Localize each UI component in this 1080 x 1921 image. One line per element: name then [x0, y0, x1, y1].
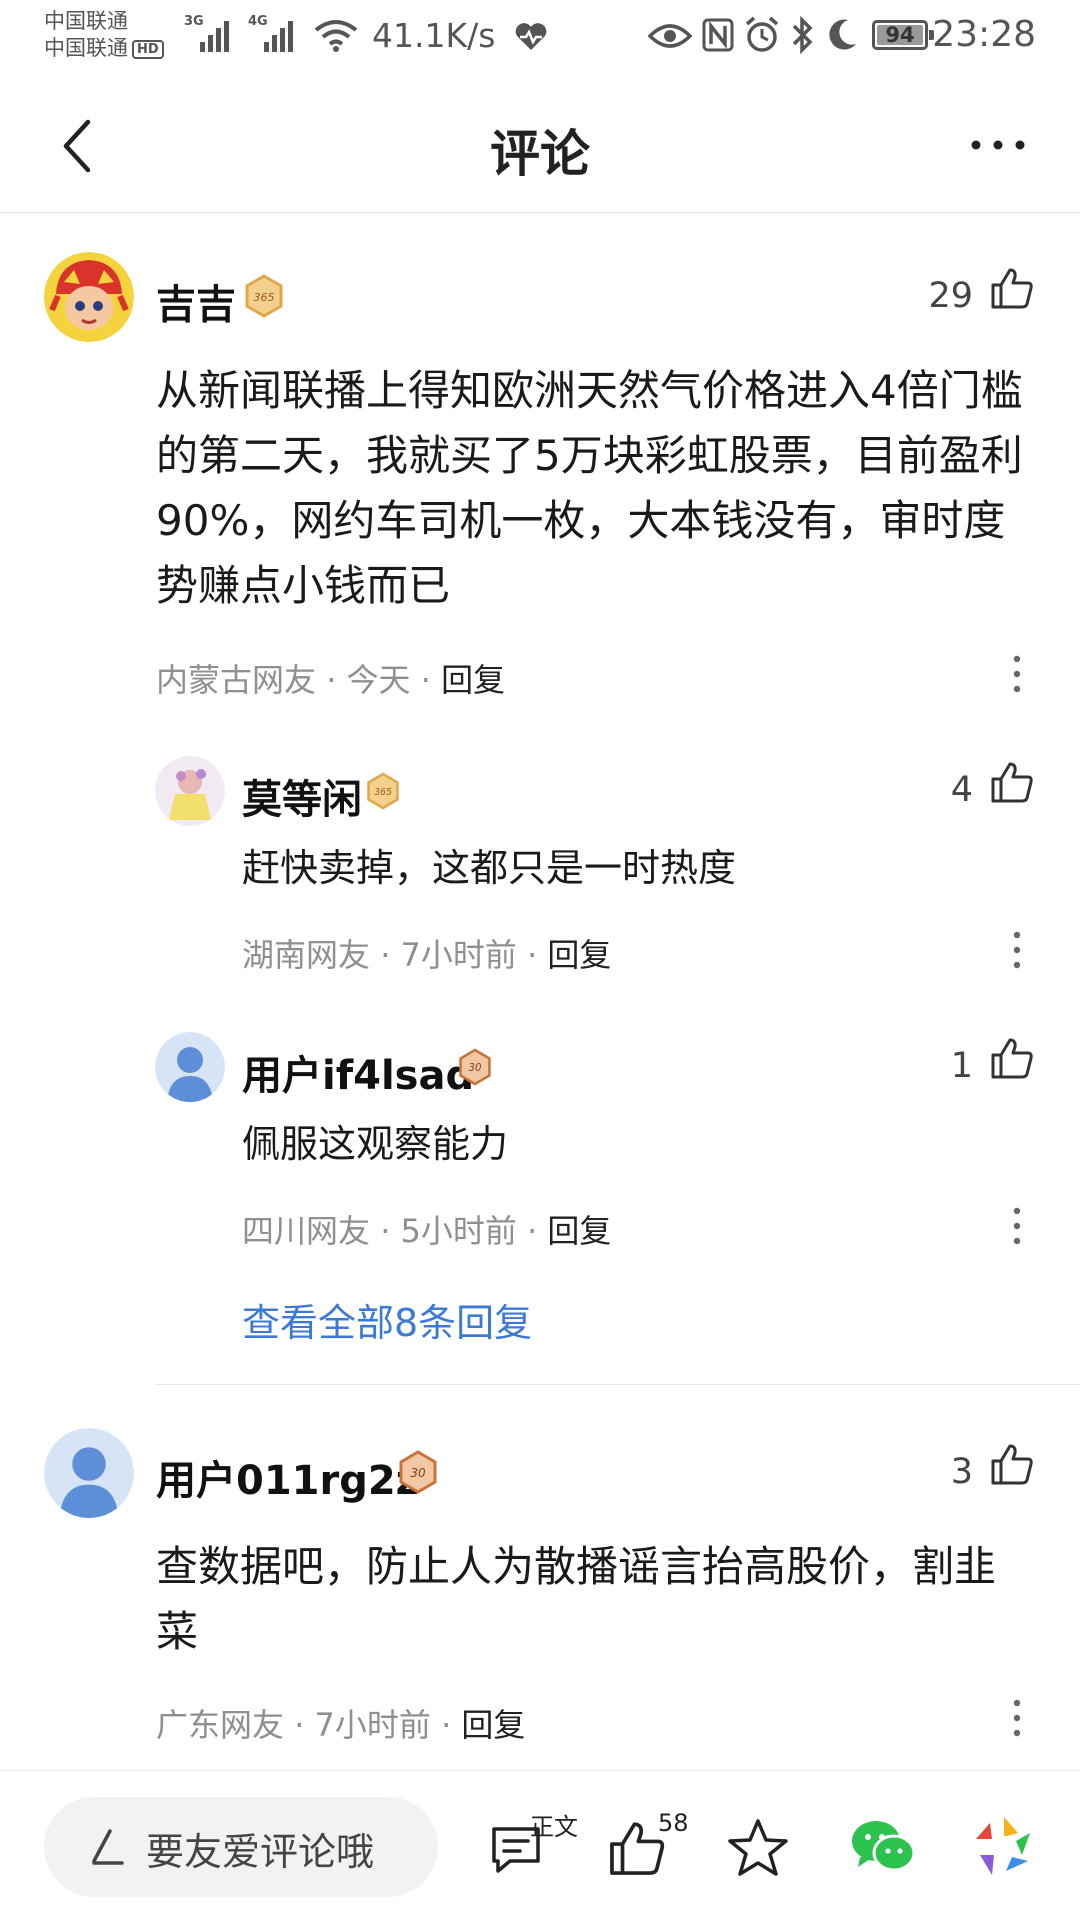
reply-button[interactable]: 回复	[547, 936, 611, 974]
svg-text:365: 365	[374, 787, 392, 798]
eye-icon	[648, 24, 692, 48]
comment-text: 从新闻联播上得知欧洲天然气价格进入4倍门槛的第二天，我就买了5万块彩虹股票，目前…	[156, 366, 1023, 610]
wifi-icon	[314, 20, 358, 52]
more-vertical-icon[interactable]	[1012, 654, 1022, 694]
signal-3g-icon: 3G	[184, 14, 234, 52]
avatar[interactable]	[155, 756, 225, 826]
hd-badge: HD	[132, 39, 164, 59]
like-count: 58	[658, 1809, 689, 1837]
level-badge-icon: 365	[245, 274, 283, 318]
pen-icon	[92, 1829, 124, 1865]
divider	[155, 1384, 1080, 1385]
more-vertical-icon[interactable]	[1012, 1698, 1022, 1738]
reply-button[interactable]: 回复	[441, 661, 505, 699]
status-bar: 中国联通 中国联通 HD 3G 4G 41.1K/s 94 23:28	[0, 0, 1080, 78]
username[interactable]: 吉吉	[156, 272, 236, 330]
timestamp: 7小时前	[314, 1706, 431, 1744]
meta-separator: ·	[380, 936, 391, 974]
meta-separator: ·	[441, 1706, 452, 1744]
timestamp: 5小时前	[400, 1212, 517, 1250]
avatar[interactable]	[44, 1428, 134, 1518]
location-label: 四川网友	[242, 1212, 371, 1250]
thumbs-up-icon[interactable]	[990, 1442, 1034, 1486]
article-label: 正文	[530, 1813, 578, 1841]
location-label: 广东网友	[156, 1706, 285, 1744]
more-horizontal-icon[interactable]	[968, 130, 1028, 160]
view-all-replies-link[interactable]: 查看全部8条回复	[242, 1292, 532, 1347]
network-speed: 41.1K/s	[372, 16, 496, 55]
like-count: 29	[928, 276, 973, 316]
meta-separator: ·	[380, 1212, 391, 1250]
timestamp: 今天	[346, 661, 411, 699]
location-label: 内蒙古网友	[156, 661, 317, 699]
username[interactable]: 用户if4lsad	[242, 1043, 474, 1101]
svg-text:30: 30	[469, 1063, 482, 1074]
carrier-info: 中国联通 中国联通 HD	[44, 8, 164, 62]
nfc-icon	[702, 18, 734, 52]
comment-input[interactable]: 要友爱评论哦	[44, 1797, 438, 1897]
wechat-icon[interactable]	[850, 1817, 916, 1877]
username[interactable]: 莫等闲	[242, 767, 362, 825]
reply-button[interactable]: 回复	[547, 1212, 611, 1250]
level-badge-icon: 30	[399, 1450, 437, 1494]
avatar[interactable]	[44, 252, 134, 342]
comment-meta: 四川网友 · 5小时前 · 回复	[242, 1206, 611, 1252]
battery-icon: 94	[872, 20, 934, 50]
thumbs-up-icon[interactable]	[990, 266, 1034, 310]
comment-meta: 内蒙古网友 · 今天 · 回复	[156, 655, 505, 701]
reply-button[interactable]: 回复	[461, 1706, 525, 1744]
thumbs-up-icon[interactable]	[990, 760, 1034, 804]
avatar[interactable]	[155, 1032, 225, 1102]
comment-input-placeholder: 要友爱评论哦	[146, 1830, 375, 1874]
reply-text: 佩服这观察能力	[242, 1122, 509, 1166]
meta-separator: ·	[326, 661, 337, 699]
meta-separator: ·	[420, 661, 431, 699]
username[interactable]: 用户011rg2z	[156, 1448, 419, 1506]
heart-health-icon	[515, 23, 547, 50]
level-badge-icon: 30	[459, 1048, 491, 1086]
comment-text: 查数据吧，防止人为散播谣言抬高股价，割韭菜	[156, 1542, 997, 1656]
meta-separator: ·	[294, 1706, 305, 1744]
battery-level: 94	[885, 23, 915, 47]
timestamp: 7小时前	[400, 936, 517, 974]
alarm-icon	[745, 16, 779, 52]
star-icon[interactable]	[726, 1817, 790, 1879]
signal-4g-icon: 4G	[248, 14, 298, 52]
svg-text:30: 30	[410, 1466, 426, 1480]
comment-meta: 湖南网友 · 7小时前 · 回复	[242, 930, 611, 976]
like-count: 1	[950, 1046, 973, 1086]
carrier-name: 中国联通	[44, 36, 128, 60]
network-type-label: 3G	[184, 14, 204, 29]
thumbs-up-icon[interactable]	[990, 1036, 1034, 1080]
like-count: 3	[950, 1452, 973, 1492]
meta-separator: ·	[527, 936, 538, 974]
do-not-disturb-moon-icon	[829, 19, 856, 50]
svg-text:365: 365	[254, 291, 275, 304]
reply-text: 赶快卖掉，这都只是一时热度	[242, 846, 737, 890]
carrier-name: 中国联通	[44, 9, 128, 33]
moments-shutter-icon[interactable]	[972, 1815, 1036, 1879]
bluetooth-icon	[792, 16, 813, 54]
location-label: 湖南网友	[242, 936, 371, 974]
level-badge-icon: 365	[367, 772, 399, 810]
top-nav-bar: 评论	[0, 78, 1080, 213]
clock: 23:28	[932, 14, 1036, 55]
page-title: 评论	[490, 125, 590, 183]
more-vertical-icon[interactable]	[1012, 1206, 1022, 1246]
meta-separator: ·	[527, 1212, 538, 1250]
more-vertical-icon[interactable]	[1012, 930, 1022, 970]
comment-meta: 广东网友 · 7小时前 · 回复	[156, 1700, 525, 1746]
network-type-label: 4G	[248, 14, 268, 29]
like-count: 4	[950, 770, 973, 810]
bottom-action-bar: 要友爱评论哦 正文 58	[0, 1770, 1080, 1921]
